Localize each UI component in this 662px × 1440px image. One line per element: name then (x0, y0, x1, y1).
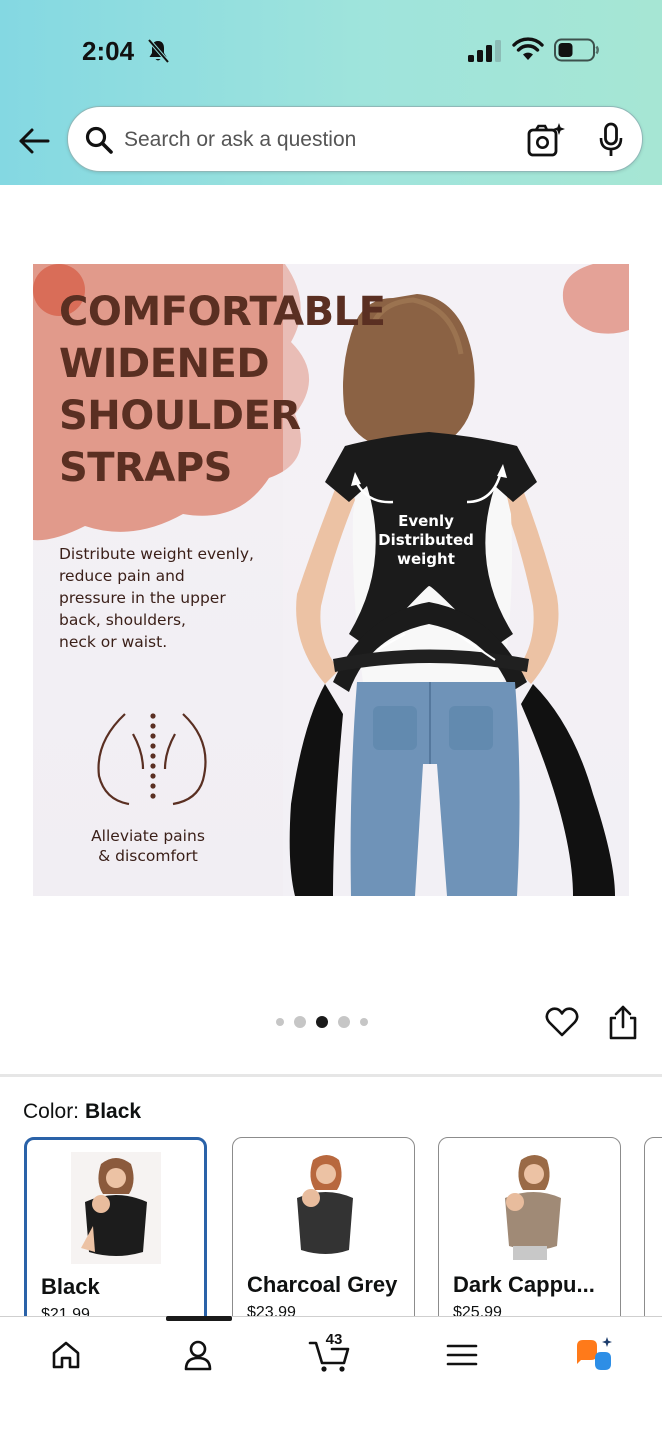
image-caption: Alleviate pains & discomfort (91, 827, 205, 865)
color-option-name: Black (41, 1274, 100, 1299)
selected-color-value: Black (85, 1100, 142, 1123)
status-time: 2:04 (82, 36, 135, 66)
share-icon[interactable] (606, 1004, 640, 1042)
carousel-dot[interactable] (360, 1018, 368, 1026)
active-tab-indicator (166, 1316, 232, 1321)
color-option-charcoal-grey[interactable]: Charcoal Grey $23.99 (232, 1137, 415, 1327)
color-option-black[interactable]: Black $21.99 (24, 1137, 207, 1327)
carousel-pagination[interactable] (276, 1014, 368, 1030)
search-input[interactable] (124, 121, 504, 159)
color-option-dark-cappuccino[interactable]: Dark Cappu... $25.99 (438, 1137, 621, 1327)
image-headline: COMFORTABLE WIDENED SHOULDER STRAPS (59, 289, 386, 491)
color-thumbnail-image (278, 1150, 369, 1262)
cellular-signal-icon (468, 40, 501, 62)
carousel-dot[interactable] (276, 1018, 284, 1026)
account-icon (184, 1340, 212, 1371)
header: 2:04 (0, 0, 662, 185)
back-arrow-icon (19, 128, 50, 154)
wishlist-heart-icon[interactable] (544, 1004, 580, 1040)
product-main-image[interactable]: COMFORTABLE WIDENED SHOULDER STRAPS Dist… (33, 264, 629, 896)
back-button[interactable] (14, 122, 54, 160)
color-option-name: Charcoal Grey (247, 1272, 398, 1297)
home-icon (52, 1341, 80, 1369)
nav-menu[interactable] (432, 1335, 492, 1375)
cart-count-badge: 43 (325, 1331, 343, 1348)
search-bar[interactable] (67, 106, 643, 172)
carousel-dot[interactable] (338, 1016, 350, 1028)
bottom-navigation: 43 (0, 1316, 662, 1440)
image-body-text: Distribute weight evenly, reduce pain an… (59, 545, 254, 651)
color-option-more[interactable] (644, 1137, 662, 1327)
image-callout: Evenly Distributed weight (378, 512, 474, 568)
search-icon (85, 126, 113, 154)
color-option-name: Dark Cappu... (453, 1272, 595, 1297)
nav-home[interactable] (36, 1335, 96, 1375)
bell-off-icon (147, 38, 170, 64)
color-thumbnail-image (484, 1150, 575, 1262)
color-thumbnail-image (70, 1152, 161, 1264)
camera-lens-icon[interactable] (526, 122, 566, 158)
microphone-icon[interactable] (596, 122, 626, 158)
section-divider (0, 1074, 662, 1077)
rufus-assistant-icon (577, 1337, 612, 1370)
carousel-dot-active[interactable] (316, 1016, 328, 1028)
product-page: 2:04 Search or ask a question COMFORTABL… (0, 0, 662, 1440)
nav-account[interactable] (168, 1335, 228, 1375)
battery-icon (554, 38, 599, 62)
carousel-dot[interactable] (294, 1016, 306, 1028)
wifi-icon (512, 37, 544, 60)
nav-rufus[interactable] (564, 1335, 624, 1375)
menu-icon (446, 1344, 478, 1366)
color-label-text: Color: (23, 1100, 80, 1123)
color-label: Color: Black (23, 1100, 141, 1124)
